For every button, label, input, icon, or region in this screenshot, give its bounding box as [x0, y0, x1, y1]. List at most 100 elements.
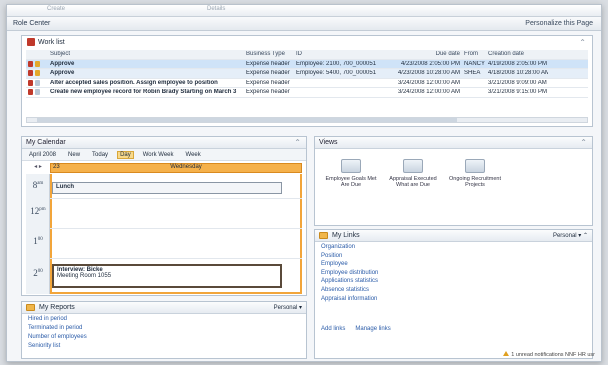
nav-arrows-icon[interactable]: ◂ ▸: [26, 163, 50, 173]
task-icon: [35, 70, 40, 77]
personalize-link[interactable]: Personalize this Page: [525, 20, 593, 27]
appointment-interview[interactable]: Interview: Bicke Meeting Room 1055: [52, 264, 282, 288]
today-button[interactable]: Today: [89, 151, 111, 159]
cell-subject: Alter accepted sales position. Assign em…: [50, 79, 218, 86]
month-label[interactable]: April 2008: [26, 151, 59, 159]
folder-icon: [26, 304, 35, 311]
view-label: Ongoing Recruitment Projects: [449, 176, 501, 188]
reports-panel: My Reports Personal ▾ Hired in period Te…: [21, 301, 307, 359]
work-list-icon: [27, 38, 35, 46]
views-panel: Views ⌃ Employee Goals Met Are Due Appra…: [314, 136, 593, 226]
cell-type: Expense header: [246, 89, 290, 96]
calendar-grid[interactable]: 8am 12pm 100 200 Lunch Interview: Bicke …: [26, 174, 302, 294]
chart-icon: [465, 159, 485, 173]
day-header: ◂ ▸ 23 Wednesday: [26, 163, 302, 173]
link-item[interactable]: Organization: [321, 244, 586, 253]
views-header: Views ⌃: [315, 137, 592, 149]
view-item[interactable]: Employee Goals Met Are Due: [325, 159, 377, 188]
view-item[interactable]: Ongoing Recruitment Projects: [449, 159, 501, 188]
links-title: My Links: [332, 232, 360, 239]
top-strip: Create Details: [7, 5, 601, 17]
calendar-title: My Calendar: [26, 139, 66, 146]
reports-list: Hired in period Terminated in period Num…: [22, 314, 306, 354]
collapse-icon[interactable]: ⌃: [294, 138, 301, 147]
chart-icon: [341, 159, 361, 173]
col-from[interactable]: From: [464, 51, 488, 57]
row-flags: [26, 70, 48, 77]
link-item[interactable]: Appraisal information: [321, 296, 586, 305]
time-label: 12pm: [30, 206, 46, 216]
cell-due: 3/24/2008 12:00:00 AM: [397, 79, 460, 86]
persona-dropdown[interactable]: Personal ▾: [274, 304, 302, 311]
report-link[interactable]: Number of employees: [28, 334, 300, 343]
row-flags: [26, 79, 48, 86]
cell-type: Expense header: [246, 79, 290, 86]
cell-from: SHEA: [464, 70, 481, 77]
report-link[interactable]: Seniority list: [28, 343, 300, 352]
status-icon: [28, 70, 33, 77]
ghost-label-1: Create: [47, 6, 66, 12]
week-button[interactable]: Week: [183, 151, 204, 159]
scrollbar-thumb[interactable]: [37, 118, 457, 122]
manage-links-link[interactable]: Manage links: [355, 326, 390, 332]
time-label: 100: [33, 236, 43, 246]
work-list-grid: Subject Business Type ID Due date From C…: [26, 50, 588, 98]
col-creation-date[interactable]: Creation date: [488, 51, 548, 57]
persona-value: Personal: [552, 233, 577, 239]
calendar-header: My Calendar ⌃: [22, 137, 306, 149]
cell-type: Expense header: [246, 70, 290, 77]
status-icon: [28, 60, 33, 67]
collapse-icon[interactable]: ⌃: [580, 138, 587, 147]
link-item[interactable]: Employee distribution: [321, 270, 586, 279]
selected-day[interactable]: 23 Wednesday: [50, 163, 302, 173]
links-header: My Links Personal ▾ ⌃: [315, 230, 592, 242]
row-flags: [26, 60, 48, 67]
cell-due: 3/24/2008 12:00:00 AM: [397, 89, 460, 96]
view-item[interactable]: Appraisal Executed What are Due: [387, 159, 439, 188]
role-center-page: Create Details Role Center Personalize t…: [6, 4, 602, 362]
warning-icon: [503, 351, 510, 356]
report-link[interactable]: Terminated in period: [28, 325, 300, 334]
table-row[interactable]: Alter accepted sales position. Assign em…: [26, 79, 588, 88]
task-icon: [35, 89, 40, 96]
cell-type: Expense header: [246, 60, 290, 67]
task-icon: [35, 79, 40, 86]
add-links-link[interactable]: Add links: [321, 326, 345, 332]
cell-subject: Approve: [50, 70, 75, 77]
task-icon: [35, 60, 40, 67]
col-due-date[interactable]: Due date: [388, 51, 464, 57]
collapse-icon[interactable]: ⌃: [579, 38, 586, 47]
folder-icon: [319, 232, 328, 239]
link-item[interactable]: Applications statistics: [321, 278, 586, 287]
time-label: 200: [33, 268, 43, 278]
cell-created: 4/18/2008 10:28:00 AM: [488, 70, 548, 77]
table-row[interactable]: Approve Expense header Employee: 5400, 7…: [26, 69, 588, 79]
link-item[interactable]: Absence statistics: [321, 287, 586, 296]
persona-dropdown[interactable]: Personal ▾ ⌃: [553, 232, 588, 239]
views-title: Views: [319, 139, 338, 146]
col-business-type[interactable]: Business Type: [246, 51, 296, 57]
work-list-title: Work list: [38, 38, 65, 46]
day-view-button[interactable]: Day: [117, 150, 134, 159]
appointment-lunch[interactable]: Lunch: [52, 182, 282, 194]
work-list-header: Work list: [22, 36, 592, 48]
horizontal-scrollbar[interactable]: [26, 117, 588, 123]
col-subject[interactable]: Subject: [48, 51, 246, 57]
report-link[interactable]: Hired in period: [28, 316, 300, 325]
link-item[interactable]: Position: [321, 253, 586, 262]
link-item[interactable]: Employee: [321, 261, 586, 270]
links-panel: My Links Personal ▾ ⌃ Organization Posit…: [314, 229, 593, 359]
status-icon: [28, 79, 33, 86]
col-id[interactable]: ID: [296, 51, 388, 57]
table-row[interactable]: Create new employee record for Robin Bra…: [26, 88, 588, 98]
day-name: Wednesday: [170, 164, 202, 170]
links-list: Organization Position Employee Employee …: [315, 242, 592, 306]
grid-header-row: Subject Business Type ID Due date From C…: [26, 50, 588, 60]
cell-created: 4/19/2008 2:05:00 PM: [488, 60, 548, 67]
table-row[interactable]: Approve Expense header Employee: 2100, 7…: [26, 59, 588, 69]
new-button[interactable]: New: [65, 151, 83, 159]
view-label: Appraisal Executed What are Due: [389, 176, 437, 188]
work-week-button[interactable]: Work Week: [140, 151, 177, 159]
row-flags: [26, 89, 48, 96]
day-number: 23: [53, 164, 60, 170]
